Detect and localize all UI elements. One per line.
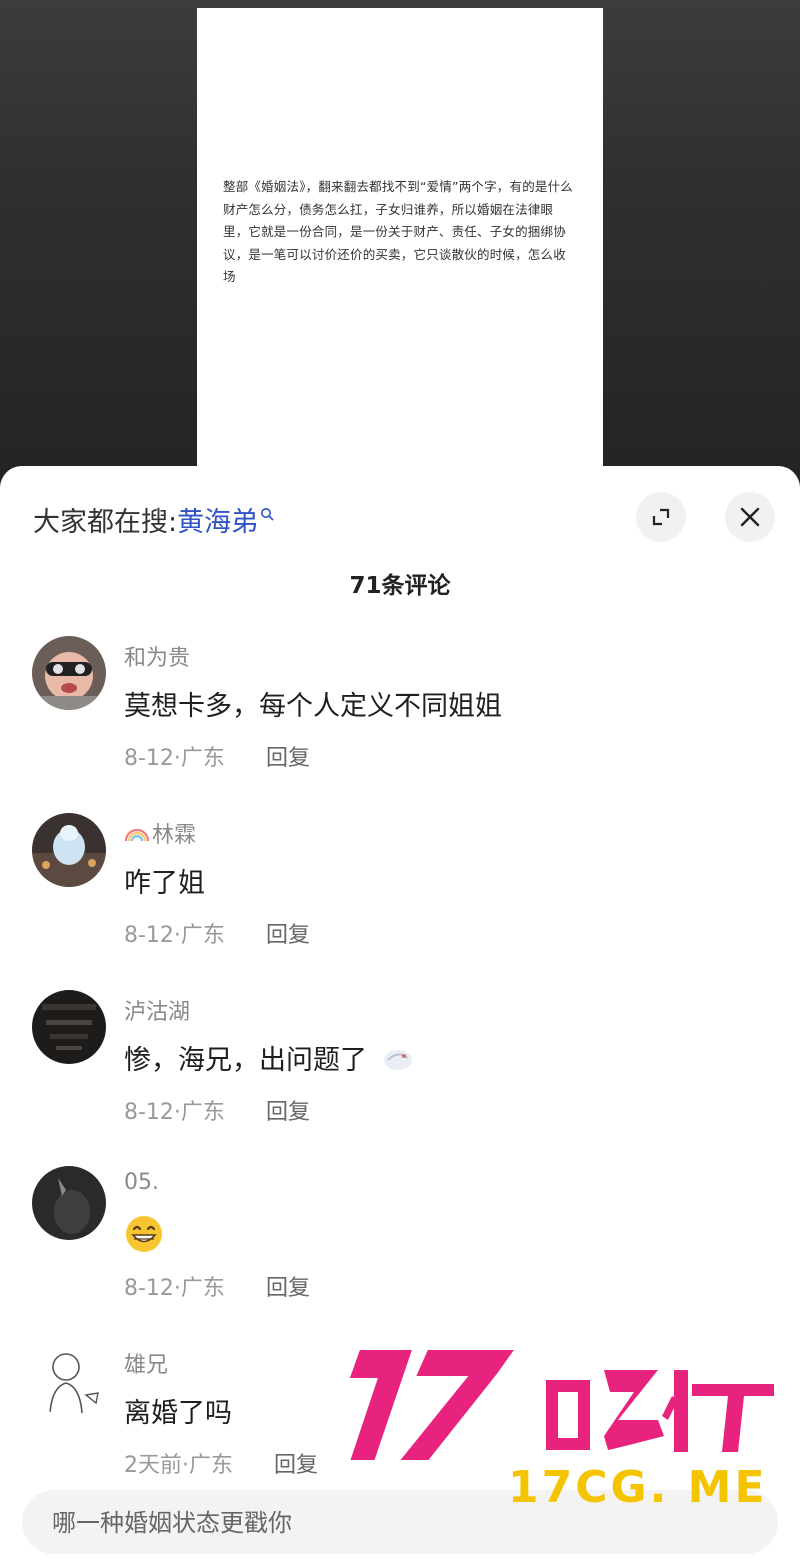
comment-count: 71条评论 bbox=[349, 573, 451, 599]
comment-text-content: 惨，海兄，出问题了 bbox=[124, 1045, 367, 1076]
avatar[interactable] bbox=[32, 990, 106, 1064]
comment-meta: 8-12·广东 回复 bbox=[124, 1270, 310, 1302]
search-icon bbox=[260, 507, 274, 525]
search-suggestion-prefix: 大家都在搜: bbox=[33, 507, 178, 538]
avatar[interactable] bbox=[32, 813, 106, 887]
close-icon bbox=[740, 507, 760, 527]
comment-item: 泸沽湖 惨，海兄，出问题了 8-12·广东 回复 bbox=[32, 990, 772, 1150]
reply-button[interactable]: 回复 bbox=[274, 1453, 318, 1478]
close-button[interactable] bbox=[725, 492, 775, 542]
expand-button[interactable] bbox=[636, 492, 686, 542]
comment-text bbox=[124, 1214, 164, 1261]
comment-username[interactable]: 林霖 bbox=[124, 817, 196, 849]
comment-date-location: 8-12·广东 bbox=[124, 923, 225, 948]
search-suggestion-term[interactable]: 黄海弟 bbox=[177, 500, 258, 539]
expand-icon bbox=[652, 508, 670, 526]
comment-date-location: 8-12·广东 bbox=[124, 746, 225, 771]
comment-meta: 8-12·广东 回复 bbox=[124, 917, 310, 949]
comment-username[interactable]: 雄兄 bbox=[124, 1347, 168, 1379]
comment-text: 莫想卡多，每个人定义不同姐姐 bbox=[124, 691, 502, 722]
comment-text: 咋了姐 bbox=[124, 868, 205, 899]
comment-input[interactable] bbox=[50, 1505, 614, 1541]
comment-username-text: 林霖 bbox=[152, 823, 197, 848]
comment-text: 离婚了吗 bbox=[124, 1398, 232, 1429]
comment-meta: 2天前·广东 回复 bbox=[124, 1447, 318, 1479]
comment-meta: 8-12·广东 回复 bbox=[124, 1094, 310, 1126]
document-text: 整部《婚姻法》，翻来翻去都找不到“爱情”两个字，有的是什么财产怎么分，债务怎么扛… bbox=[223, 179, 574, 284]
avatar[interactable] bbox=[32, 636, 106, 710]
comment-item: 雄兄 离婚了吗 2天前·广东 回复 bbox=[32, 1343, 772, 1503]
comment-date-location: 2天前·广东 bbox=[124, 1453, 233, 1478]
reply-button[interactable]: 回复 bbox=[266, 923, 310, 948]
rainbow-icon bbox=[124, 824, 150, 849]
comment-username[interactable]: 05. bbox=[124, 1170, 159, 1195]
document-card: 整部《婚姻法》，翻来翻去都找不到“爱情”两个字，有的是什么财产怎么分，债务怎么扛… bbox=[197, 8, 603, 478]
comment-item: 和为贵 莫想卡多，每个人定义不同姐姐 8-12·广东 回复 bbox=[32, 636, 772, 796]
comment-input-bar[interactable] bbox=[22, 1490, 778, 1554]
avatar[interactable] bbox=[32, 1343, 106, 1417]
grin-emoji-icon bbox=[124, 1214, 164, 1261]
comment-item: 05. 8-12·广东 回复 bbox=[32, 1166, 772, 1326]
avatar[interactable] bbox=[32, 1166, 106, 1240]
reply-button[interactable]: 回复 bbox=[266, 746, 310, 771]
sticker-icon bbox=[382, 1044, 414, 1079]
comment-text: 惨，海兄，出问题了 bbox=[124, 1038, 414, 1079]
search-suggestion[interactable]: 大家都在搜: 黄海弟 bbox=[33, 500, 274, 539]
comment-date-location: 8-12·广东 bbox=[124, 1100, 225, 1125]
reply-button[interactable]: 回复 bbox=[266, 1276, 310, 1301]
comment-username[interactable]: 和为贵 bbox=[124, 640, 190, 672]
comment-meta: 8-12·广东 回复 bbox=[124, 740, 310, 772]
comment-username[interactable]: 泸沽湖 bbox=[124, 994, 190, 1026]
comment-date-location: 8-12·广东 bbox=[124, 1276, 225, 1301]
comment-item: 林霖 咋了姐 8-12·广东 回复 bbox=[32, 813, 772, 973]
reply-button[interactable]: 回复 bbox=[266, 1100, 310, 1125]
